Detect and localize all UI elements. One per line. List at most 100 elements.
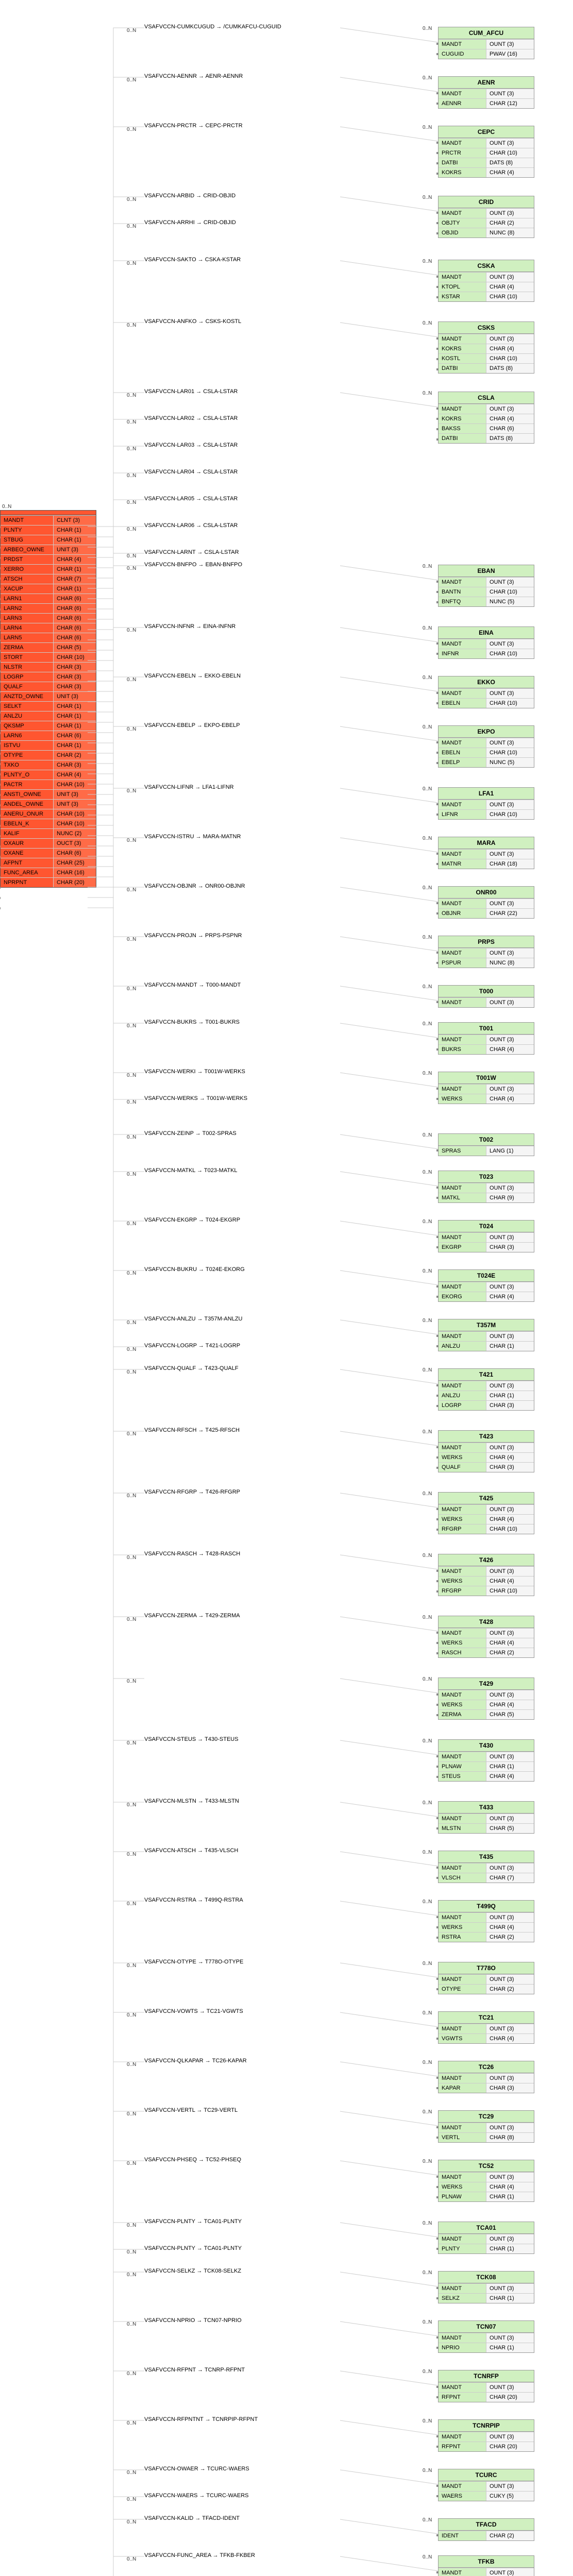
root-header [1, 511, 96, 515]
target-field-row: VGWTSCHAR (4) [439, 2033, 534, 2043]
field-name: ZERMA [439, 1710, 486, 1719]
target-field-row: EBELNCHAR (10) [439, 748, 534, 757]
field-type: CHAR (1) [54, 565, 96, 574]
relation-caption: VSAFVCCN-WAERS → TCURC-WAERS [144, 2493, 249, 2499]
cardinality-in: 0..N [423, 2369, 432, 2375]
field-name: MANDT [439, 40, 486, 49]
target-field-row: INFNRCHAR (10) [439, 649, 534, 658]
field-name: OBJNR [439, 909, 486, 918]
field-name: EKGRP [439, 1243, 486, 1252]
field-name: NPRPNT [1, 878, 54, 887]
target-entity: T024EMANDTOUNT (3)EKORGCHAR (4) [438, 1269, 534, 1302]
field-name: MANDT [439, 1752, 486, 1761]
target-field-row: MANDTOUNT (3) [439, 1183, 534, 1193]
field-name: LARN1 [1, 594, 54, 603]
field-name: MANDT [439, 1975, 486, 1984]
cardinality-out: 0..N [127, 323, 136, 328]
target-field-row: AENNRCHAR (12) [439, 98, 534, 108]
cardinality-out: 0..N [127, 1852, 136, 1857]
relation-caption: VSAFVCCN-OTYPE → T778O-OTYPE [144, 1959, 243, 1965]
field-type: OUNT (3) [486, 1282, 534, 1292]
cardinality-out: 0..N [127, 677, 136, 683]
field-name: MATNR [439, 859, 486, 869]
field-name: RSTRA [439, 1933, 486, 1942]
target-field-row: WERKSCHAR (4) [439, 1576, 534, 1586]
cardinality-in: 0..N [423, 320, 432, 326]
field-name: SELKZ [439, 2294, 486, 2303]
target-entity: T426MANDTOUNT (3)WERKSCHAR (4)RFGRPCHAR … [438, 1554, 534, 1596]
root-field-row: OXANECHAR (6) [1, 848, 96, 858]
target-header: TFKB [439, 2556, 534, 2568]
relation-caption: VSAFVCCN-SELKZ → TCK08-SELKZ [144, 2268, 241, 2274]
field-type: CHAR (6) [54, 731, 96, 740]
cardinality-out: 0..N [127, 419, 136, 425]
target-header: T357M [439, 1319, 534, 1331]
target-header: TFACD [439, 2519, 534, 2531]
target-field-row: RSTRACHAR (2) [439, 1932, 534, 1942]
cardinality-out: 0..N [127, 1023, 136, 1029]
cardinality-out: 0..N [127, 553, 136, 559]
target-entity: PRPSMANDTOUNT (3)PSPURNUNC (8) [438, 936, 534, 968]
cardinality-out: 0..N [127, 28, 136, 33]
cardinality-in: 0..N [423, 1800, 432, 1806]
field-name: MANDT [439, 850, 486, 859]
relation-caption: VSAFVCCN-BUKRU → T024E-EKORG [144, 1266, 245, 1273]
target-field-row: OBJIDNUNC (8) [439, 228, 534, 238]
target-field-row: MANDTOUNT (3) [439, 899, 534, 908]
field-name: TXKO [1, 760, 54, 770]
field-name: PLNAW [439, 2192, 486, 2201]
target-field-row: KOSTLCHAR (10) [439, 353, 534, 363]
target-field-row: MANDTOUNT (3) [439, 1566, 534, 1576]
relation-caption: VSAFVCCN-ANFKO → CSKS-KOSTL [144, 318, 241, 325]
field-name: MANDT [439, 1282, 486, 1292]
field-name: SELKT [1, 702, 54, 711]
field-name: LIFNR [439, 810, 486, 819]
relation-caption: VSAFVCCN-INFNR → EINA-INFNR [144, 623, 235, 630]
root-field-row: NLSTRCHAR (3) [1, 662, 96, 672]
field-type: CHAR (1) [54, 711, 96, 721]
field-name: EBELN [439, 699, 486, 708]
field-name: MANDT [439, 2234, 486, 2244]
field-type: CHAR (7) [54, 574, 96, 584]
field-type: OUNT (3) [486, 1505, 534, 1514]
target-entity: EKKOMANDTOUNT (3)EBELNCHAR (10) [438, 676, 534, 708]
field-name: OBJTY [439, 218, 486, 228]
target-entity: TFKBMANDTOUNT (3)FKBERCHAR (16) [438, 2555, 534, 2576]
root-field-row: STORTCHAR (10) [1, 652, 96, 662]
field-name: MANDT [439, 689, 486, 698]
target-field-row: EBELNCHAR (10) [439, 698, 534, 708]
field-type: CHAR (3) [486, 1463, 534, 1472]
field-type: OUNT (3) [486, 2074, 534, 2083]
cardinality-in: 0..N [423, 1170, 432, 1175]
cardinality-in: 0..N [423, 1021, 432, 1027]
relation-caption: VSAFVCCN-EBELN → EKKO-EBELN [144, 673, 241, 679]
cardinality-in: 0..N [423, 675, 432, 681]
target-field-row: MANDTOUNT (3) [439, 849, 534, 859]
field-name: MANDT [439, 1233, 486, 1242]
field-type: CHAR (2) [486, 1985, 534, 1994]
target-header: TCNRPIP [439, 2420, 534, 2432]
cardinality-in: 0..N [423, 1850, 432, 1855]
field-type: OUNT (3) [486, 1863, 534, 1873]
field-type: CHAR (4) [486, 1577, 534, 1586]
root-field-row: PACTRCHAR (10) [1, 779, 96, 789]
cardinality-in: 0..N [423, 26, 432, 31]
root-field-row: FUNC_AREACHAR (16) [1, 868, 96, 877]
cardinality-in: 0..N [423, 2418, 432, 2424]
field-type: OUNT (3) [486, 334, 534, 344]
relation-caption: VSAFVCCN-OWAER → TCURC-WAERS [144, 2466, 249, 2472]
field-name: RFPNT [439, 2393, 486, 2402]
cardinality-out: 0..N [127, 473, 136, 479]
cardinality-in: 0..N [423, 2010, 432, 2016]
target-header: T425 [439, 1493, 534, 1504]
target-field-row: BAKSSCHAR (6) [439, 423, 534, 433]
target-field-row: DATBIDATS (8) [439, 363, 534, 373]
cardinality-out: 0..N [127, 1134, 136, 1140]
cardinality-out: 0..N [127, 937, 136, 942]
cardinality-out: 0..N [127, 1270, 136, 1276]
cardinality-out: 0..N [127, 127, 136, 132]
field-type: OUNT (3) [486, 1567, 534, 1576]
root-entity: MANDTCLNT (3)PLNTYCHAR (1)STBUGCHAR (1)A… [0, 510, 96, 888]
field-type: CHAR (4) [486, 344, 534, 353]
root-field-row: LOGRPCHAR (3) [1, 672, 96, 682]
